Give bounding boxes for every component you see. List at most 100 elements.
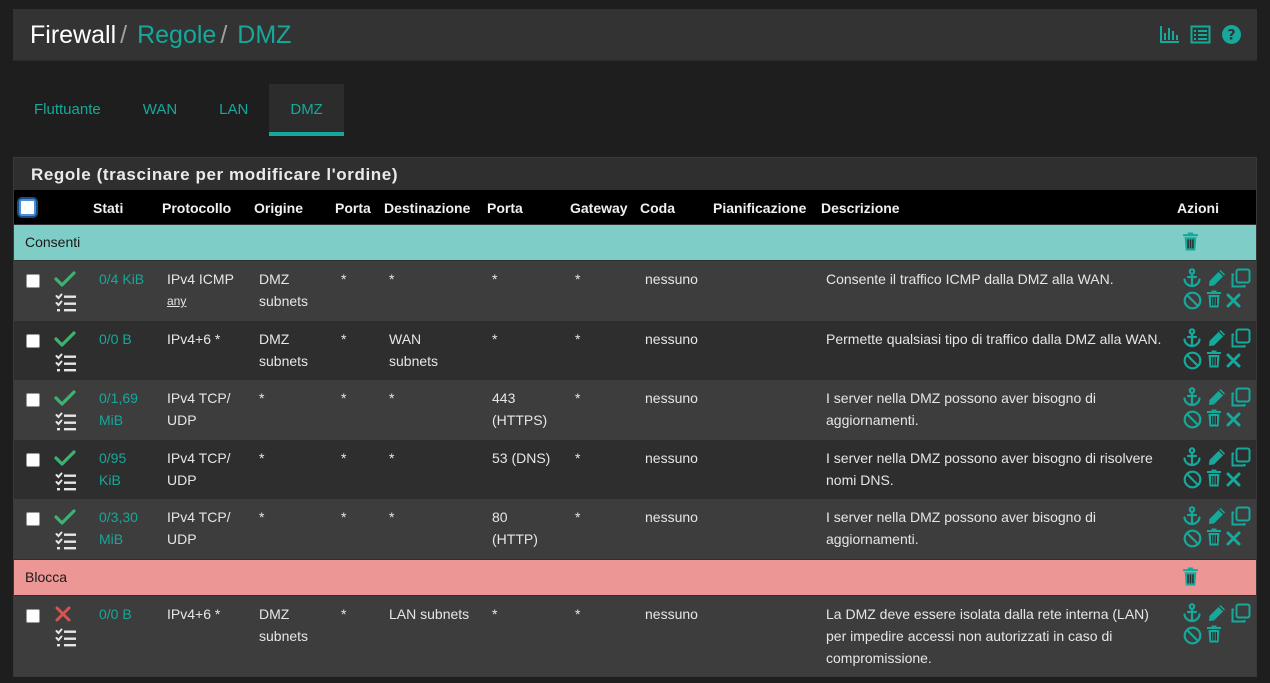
breadcrumb-separator: / <box>120 21 128 49</box>
delete-separator-icon[interactable] <box>1182 232 1199 256</box>
gateway-cell: * <box>575 331 581 347</box>
delete-trash-icon[interactable] <box>1206 528 1222 551</box>
destination-port-cell: 53 (DNS) <box>492 450 551 466</box>
col-porta-destinazione: Porta <box>487 200 523 216</box>
pass-check-icon[interactable] <box>54 508 76 531</box>
delete-trash-icon[interactable] <box>1206 469 1222 492</box>
rule-checkbox[interactable] <box>26 334 40 348</box>
col-azioni: Azioni <box>1177 200 1219 216</box>
description-cell: Permette qualsiasi tipo di traffico dall… <box>826 331 1162 347</box>
tasks-icon[interactable] <box>55 353 77 378</box>
copy-icon[interactable] <box>1230 603 1251 629</box>
panel-title: Regole (trascinare per modificare l'ordi… <box>31 165 399 184</box>
tab-wan[interactable]: WAN <box>122 84 198 136</box>
rule-checkbox[interactable] <box>26 274 40 288</box>
anchor-icon[interactable] <box>1182 506 1202 531</box>
rule-checkbox[interactable] <box>26 393 40 407</box>
destination-cell: * <box>389 390 395 406</box>
disable-ban-icon[interactable] <box>1183 410 1202 434</box>
queue-cell: nessuno <box>645 271 698 287</box>
destination-cell: WAN subnets <box>389 331 439 369</box>
delete-separator-icon[interactable] <box>1182 567 1199 591</box>
description-cell: Consente il traffico ICMP dalla DMZ alla… <box>826 271 1114 287</box>
delete-x-icon[interactable] <box>1226 353 1241 373</box>
svg-text:?: ? <box>1227 28 1235 44</box>
col-descrizione: Descrizione <box>821 200 900 216</box>
states-link[interactable]: 0/3,30 MiB <box>99 506 138 550</box>
help-icon[interactable]: ? <box>1221 24 1242 45</box>
select-all-checkbox[interactable] <box>19 199 36 216</box>
tab-fluttuante[interactable]: Fluttuante <box>13 84 122 136</box>
delete-x-icon[interactable] <box>1226 531 1241 551</box>
rule-checkbox[interactable] <box>26 609 40 623</box>
source-cell: * <box>259 390 265 406</box>
destination-port-cell: * <box>492 606 498 622</box>
disable-ban-icon[interactable] <box>1183 351 1202 375</box>
tab-dmz[interactable]: DMZ <box>269 84 344 136</box>
pass-check-icon[interactable] <box>54 449 76 472</box>
rule-row[interactable]: 0/4 KiB IPv4 ICMP any DMZ subnets * * * * nessuno… <box>14 261 1256 321</box>
col-destinazione: Destinazione <box>384 200 471 216</box>
states-link[interactable]: 0/0 B <box>99 328 132 350</box>
delete-trash-icon[interactable] <box>1206 350 1222 373</box>
tasks-icon[interactable] <box>55 293 77 318</box>
queue-cell: nessuno <box>645 606 698 622</box>
tasks-icon[interactable] <box>55 531 77 556</box>
rule-row[interactable]: 0/0 B IPv4+6 * DMZ subnets * LAN subnets * * nes… <box>14 596 1256 676</box>
rule-row[interactable]: 0/3,30 MiB IPv4 TCP/UDP * * * 80 (HTTP) * nessuno… <box>14 499 1256 559</box>
copy-icon[interactable] <box>1230 387 1251 413</box>
tasks-icon[interactable] <box>55 472 77 497</box>
gateway-cell: * <box>575 271 581 287</box>
anchor-icon[interactable] <box>1182 447 1202 472</box>
source-cell: * <box>259 509 265 525</box>
separator-consenti[interactable]: Consenti <box>14 225 1256 260</box>
pass-check-icon[interactable] <box>54 389 76 412</box>
breadcrumb-link-dmz[interactable]: DMZ <box>237 21 291 49</box>
pass-check-icon[interactable] <box>54 270 76 293</box>
anchor-icon[interactable] <box>1182 603 1202 628</box>
copy-icon[interactable] <box>1230 268 1251 294</box>
disable-ban-icon[interactable] <box>1183 291 1202 315</box>
anchor-icon[interactable] <box>1182 328 1202 353</box>
rule-row[interactable]: 0/1,69 MiB IPv4 TCP/UDP * * * 443 (HTTPS) * nessu… <box>14 380 1256 440</box>
bar-chart-icon[interactable] <box>1159 24 1180 45</box>
breadcrumb-link-regole[interactable]: Regole <box>137 21 216 49</box>
list-icon[interactable] <box>1190 24 1211 45</box>
delete-trash-icon[interactable] <box>1206 409 1222 432</box>
disable-ban-icon[interactable] <box>1183 529 1202 553</box>
copy-icon[interactable] <box>1230 328 1251 354</box>
disable-ban-icon[interactable] <box>1183 470 1202 494</box>
protocol-cell: IPv4 TCP/UDP <box>167 509 231 547</box>
rule-row[interactable]: 0/0 B IPv4+6 * DMZ subnets * WAN subnets * * ness… <box>14 321 1256 380</box>
source-cell: DMZ subnets <box>259 331 309 369</box>
destination-port-cell: * <box>492 331 498 347</box>
separator-blocca[interactable]: Blocca <box>14 560 1256 595</box>
states-link[interactable]: 0/1,69 MiB <box>99 387 138 431</box>
states-link[interactable]: 0/95 KiB <box>99 447 126 491</box>
anchor-icon[interactable] <box>1182 268 1202 293</box>
tasks-icon[interactable] <box>55 628 77 653</box>
source-cell: DMZ subnets <box>259 271 309 309</box>
delete-x-icon[interactable] <box>1226 472 1241 492</box>
copy-icon[interactable] <box>1230 447 1251 473</box>
delete-trash-icon[interactable] <box>1206 625 1222 648</box>
block-x-icon[interactable] <box>55 606 71 627</box>
anchor-icon[interactable] <box>1182 387 1202 412</box>
delete-x-icon[interactable] <box>1226 412 1241 432</box>
rule-checkbox[interactable] <box>26 512 40 526</box>
interface-tabs: Fluttuante WAN LAN DMZ <box>13 84 344 136</box>
disable-ban-icon[interactable] <box>1183 626 1202 650</box>
tasks-icon[interactable] <box>55 412 77 437</box>
rule-row[interactable]: 0/95 KiB IPv4 TCP/UDP * * * 53 (DNS) * nessuno I … <box>14 440 1256 499</box>
delete-x-icon[interactable] <box>1226 293 1241 313</box>
separator-blocca-label: Blocca <box>25 569 68 585</box>
col-protocollo: Protocollo <box>162 200 232 216</box>
delete-trash-icon[interactable] <box>1206 290 1222 313</box>
tab-lan[interactable]: LAN <box>198 84 269 136</box>
states-link[interactable]: 0/4 KiB <box>99 268 144 290</box>
states-link[interactable]: 0/0 B <box>99 603 132 625</box>
copy-icon[interactable] <box>1230 506 1251 532</box>
pass-check-icon[interactable] <box>54 330 76 353</box>
rule-checkbox[interactable] <box>26 453 40 467</box>
breadcrumb: Firewall / Regole / DMZ <box>30 21 291 49</box>
